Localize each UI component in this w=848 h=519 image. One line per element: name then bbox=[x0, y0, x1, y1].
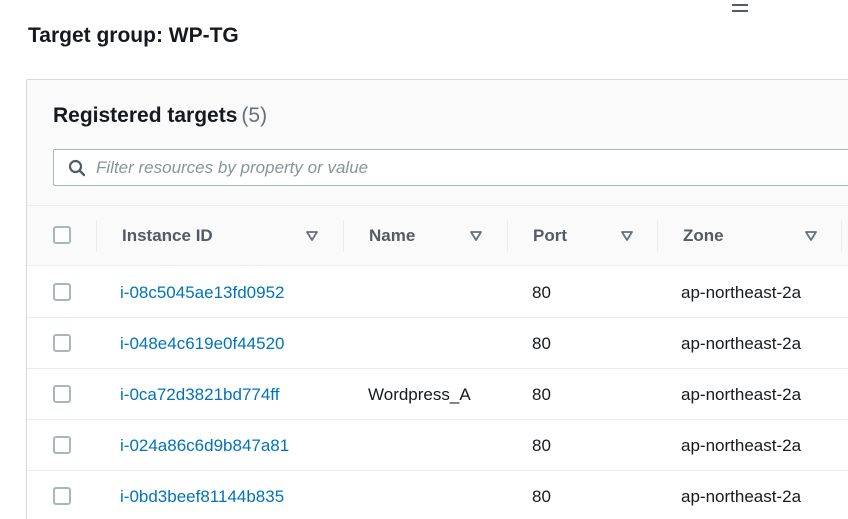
registered-targets-panel: Registered targets(5) Instance ID Name bbox=[26, 79, 848, 519]
sort-down-icon[interactable] bbox=[306, 230, 318, 242]
table-row: i-0bd3beef81144b835 80 ap-northeast-2a bbox=[27, 471, 848, 519]
column-header-label: Instance ID bbox=[122, 226, 213, 245]
instance-port: 80 bbox=[532, 282, 551, 302]
instance-zone: ap-northeast-2a bbox=[681, 384, 802, 404]
instance-zone: ap-northeast-2a bbox=[681, 486, 802, 506]
table-row: i-08c5045ae13fd0952 80 ap-northeast-2a bbox=[27, 267, 848, 318]
filter-box bbox=[53, 149, 848, 186]
instance-port: 80 bbox=[532, 384, 551, 404]
table-header: Instance ID Name Port Zone bbox=[27, 206, 848, 266]
column-divider bbox=[96, 220, 97, 252]
instance-id-link[interactable]: i-048e4c619e0f44520 bbox=[120, 318, 284, 369]
column-header-instance-id[interactable]: Instance ID bbox=[122, 206, 342, 266]
panel-header: Registered targets (5) bbox=[27, 80, 848, 206]
table-row: i-024a86c6d9b847a81 80 ap-northeast-2a bbox=[27, 420, 848, 471]
row-checkbox[interactable] bbox=[53, 385, 71, 403]
target-count: (5) bbox=[241, 104, 268, 127]
instance-zone: ap-northeast-2a bbox=[681, 333, 802, 353]
instance-name: Wordpress_A bbox=[368, 384, 471, 404]
instance-id-link[interactable]: i-024a86c6d9b847a81 bbox=[120, 420, 289, 471]
table-row: i-048e4c619e0f44520 80 ap-northeast-2a bbox=[27, 318, 848, 369]
filter-input[interactable] bbox=[96, 152, 796, 183]
column-divider bbox=[343, 220, 344, 252]
column-header-label: Port bbox=[533, 226, 567, 245]
instance-port: 80 bbox=[532, 333, 551, 353]
column-header-port[interactable]: Port bbox=[533, 206, 663, 266]
section-title-text: Registered targets bbox=[53, 104, 238, 127]
column-divider bbox=[841, 220, 842, 252]
column-divider bbox=[507, 220, 508, 252]
instance-id-link[interactable]: i-0ca72d3821bd774ff bbox=[120, 369, 279, 420]
menu-icon[interactable] bbox=[732, 4, 748, 14]
sort-down-icon[interactable] bbox=[621, 230, 633, 242]
page: Target group: WP-TG Registered targets (5… bbox=[0, 0, 848, 519]
row-checkbox[interactable] bbox=[53, 283, 71, 301]
instance-id-link[interactable]: i-0bd3beef81144b835 bbox=[120, 471, 284, 519]
row-checkbox[interactable] bbox=[53, 436, 71, 454]
column-header-name[interactable]: Name bbox=[369, 206, 519, 266]
section-title: Registered targets (5) bbox=[53, 104, 267, 128]
row-checkbox[interactable] bbox=[53, 487, 71, 505]
instance-port: 80 bbox=[532, 435, 551, 455]
column-divider bbox=[657, 220, 658, 252]
column-header-label: Zone bbox=[683, 226, 724, 245]
select-all-checkbox[interactable] bbox=[53, 226, 71, 244]
column-header-label: Name bbox=[369, 226, 416, 245]
page-title: Target group: WP-TG bbox=[28, 24, 239, 47]
sort-down-icon[interactable] bbox=[805, 230, 817, 242]
sort-down-icon[interactable] bbox=[470, 230, 482, 242]
instance-zone: ap-northeast-2a bbox=[681, 282, 802, 302]
instance-port: 80 bbox=[532, 486, 551, 506]
instance-zone: ap-northeast-2a bbox=[681, 435, 802, 455]
column-header-zone[interactable]: Zone bbox=[683, 206, 843, 266]
search-icon bbox=[68, 159, 86, 176]
instance-id-link[interactable]: i-08c5045ae13fd0952 bbox=[120, 267, 284, 318]
row-checkbox[interactable] bbox=[53, 334, 71, 352]
table-row: i-0ca72d3821bd774ff Wordpress_A 80 ap-no… bbox=[27, 369, 848, 420]
